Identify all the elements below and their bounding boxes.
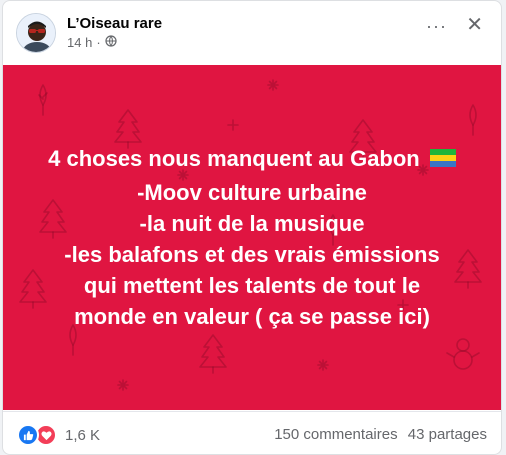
like-icon: [17, 424, 39, 446]
author-name[interactable]: L’Oiseau rare: [67, 15, 162, 32]
gabon-flag-icon: [429, 146, 456, 177]
post-text-line-2: -Moov culture urbaine: [137, 180, 367, 205]
post-card: L’Oiseau rare 14 h · ··· ✕ 4 choses nous…: [2, 0, 502, 455]
post-text-line-6: monde en valeur ( ça se passe ici): [74, 304, 430, 329]
reaction-count: 1,6 K: [65, 426, 101, 444]
reactions-summary[interactable]: 1,6 K: [17, 424, 100, 446]
globe-icon: [105, 35, 117, 50]
engagement-stats: 150 commentaires 43 partages: [268, 426, 487, 443]
meta-separator: ·: [96, 35, 101, 50]
post-footer: 1,6 K 150 commentaires 43 partages: [3, 411, 501, 454]
author-avatar[interactable]: [16, 13, 56, 53]
avatar-image: [17, 14, 55, 52]
post-text: 4 choses nous manquent au Gabon -Moov cu…: [3, 143, 501, 332]
post-text-line-4: -les balafons et des vrais émissions: [64, 242, 440, 267]
post-text-line-3: -la nuit de la musique: [139, 211, 365, 236]
close-icon[interactable]: ✕: [466, 15, 483, 35]
post-text-line: 4 choses nous manquent au Gabon: [3, 143, 501, 177]
post-time[interactable]: 14 h: [67, 35, 92, 50]
post-header: L’Oiseau rare 14 h · ··· ✕: [3, 1, 501, 63]
post-text-line-1: 4 choses nous manquent au Gabon: [48, 146, 420, 171]
post-meta: 14 h ·: [67, 35, 117, 50]
shares-count[interactable]: 43 partages: [408, 426, 487, 443]
more-options-icon[interactable]: ···: [426, 17, 447, 35]
post-text-line-5: qui mettent les talents de tout le: [83, 273, 421, 298]
comments-count[interactable]: 150 commentaires: [274, 426, 397, 443]
post-text-banner: 4 choses nous manquent au Gabon -Moov cu…: [3, 65, 501, 410]
